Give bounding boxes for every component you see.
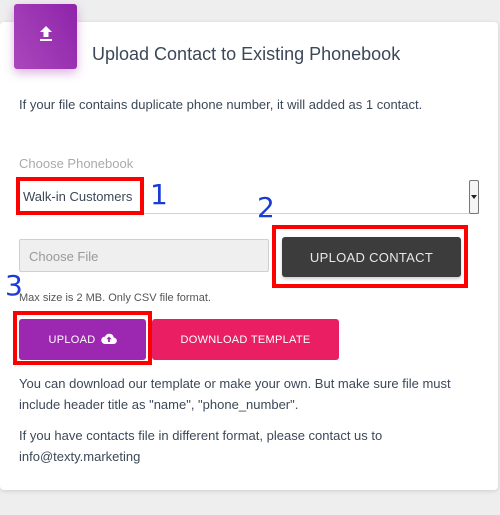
card-title: Upload Contact to Existing Phonebook [92, 44, 401, 64]
duplicate-info-text: If your file contains duplicate phone nu… [19, 97, 423, 112]
annotation-number-2: 2 [257, 191, 275, 224]
contact-note-text: If you have contacts file in different f… [19, 428, 383, 464]
annotation-box-phonebook [16, 177, 144, 215]
choose-file-input[interactable]: Choose File [19, 239, 269, 272]
upload-icon [38, 25, 54, 48]
annotation-box-upload [13, 311, 152, 365]
download-template-button[interactable]: DOWNLOAD TEMPLATE [152, 319, 339, 360]
annotation-number-1: 1 [150, 178, 168, 211]
phonebook-label: Choose Phonebook [19, 156, 134, 171]
choose-file-placeholder: Choose File [29, 249, 99, 264]
annotation-box-upload-contact [272, 225, 468, 288]
file-size-hint: Max size is 2 MB. Only CSV file format. [19, 292, 211, 304]
template-note-text: You can download our template or make yo… [19, 376, 451, 412]
chevron-down-icon[interactable] [469, 180, 479, 214]
card-header-icon [14, 4, 77, 69]
annotation-number-3: 3 [5, 269, 23, 302]
